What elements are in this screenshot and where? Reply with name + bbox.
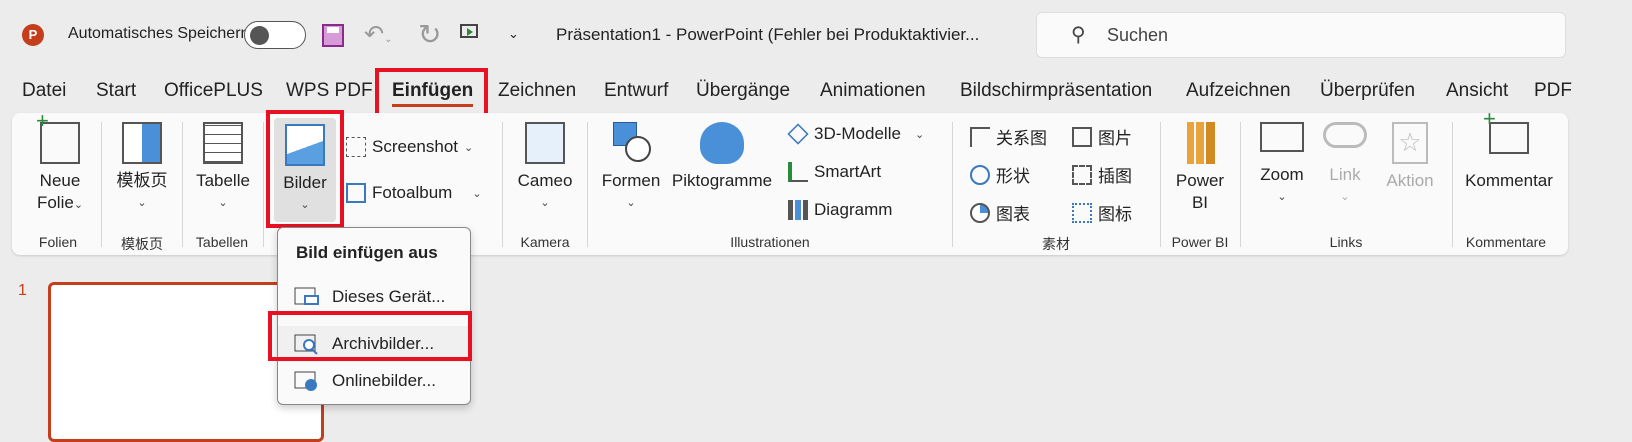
search-placeholder: Suchen [1107,25,1169,45]
zoom-icon [1260,122,1304,152]
tab-aufzeichnen[interactable]: Aufzeichnen [1186,80,1291,102]
menu-item-online-images[interactable]: Onlinebilder... [294,370,436,392]
shapes-icon [609,122,653,164]
group-label-kommentare: Kommentare [1465,234,1547,250]
3d-models-button[interactable]: 3D-Modelle ⌄ [787,123,924,145]
tab-ansicht[interactable]: Ansicht [1446,80,1508,102]
link-button[interactable]: Link ⌄ [1320,122,1370,208]
redo-icon[interactable]: ↻ [418,18,441,51]
template-button[interactable]: 模板页 ⌄ [112,122,172,214]
icon-material-button[interactable]: 图标 [1072,200,1132,225]
photo-album-button[interactable]: Fotoalbum ⌄ [346,183,482,203]
tab-zeichnen[interactable]: Zeichnen [498,80,576,102]
shapes-button[interactable]: Formen ⌄ [600,122,662,214]
group-label-illustrationen: Illustrationen [730,234,810,250]
template-icon [122,122,162,164]
tab-animationen[interactable]: Animationen [820,80,926,102]
action-button[interactable]: ☆ Aktion [1380,122,1440,192]
tab-datei[interactable]: Datei [22,80,66,102]
powerpoint-logo-icon: P [22,24,44,46]
group-label-power-bi: Power BI [1171,234,1229,250]
power-bi-button[interactable]: Power BI [1172,122,1228,214]
icons-button[interactable]: Piktogramme [670,122,774,192]
smartart-icon [788,162,808,182]
menu-header: Bild einfügen aus [296,243,438,262]
group-label-sucai: 素材 [1042,236,1070,252]
tab-wps-pdf[interactable]: WPS PDF [286,80,373,102]
group-label-kamera: Kamera [520,234,570,250]
search-icon: ⚲ [1071,24,1086,46]
highlight-stock-images [268,311,472,361]
comment-icon: + [1483,108,1529,154]
tab-uebergaenge[interactable]: Übergänge [696,80,790,102]
tab-entwurf[interactable]: Entwurf [604,80,668,102]
image-material-button[interactable]: 图片 [1072,124,1132,149]
new-slide-button[interactable]: + Neue Folie⌄ [30,110,90,216]
group-label-template: 模板页 [121,236,163,252]
slide-number: 1 [18,282,27,299]
group-label-links: Links [1329,234,1363,250]
relationship-diagram-button[interactable]: 关系图 [970,124,1047,149]
illustration-material-button[interactable]: 插图 [1072,162,1132,187]
action-star-icon: ☆ [1392,122,1428,164]
tab-officeplus[interactable]: OfficePLUS [164,80,263,102]
illustration-icon [1072,164,1092,185]
comment-button[interactable]: + Kommentar [1462,108,1556,192]
autosave-label: Automatisches Speichern [68,25,250,42]
undo-icon[interactable]: ↶⌄ [364,20,393,49]
photo-album-icon [346,183,366,203]
tab-ueberpruefen[interactable]: Überprüfen [1320,80,1415,102]
relationship-icon [970,126,990,147]
customize-toolbar-icon[interactable]: ⌄ [508,26,519,42]
menu-item-this-device[interactable]: Dieses Gerät... [294,286,445,308]
save-icon[interactable] [322,24,344,47]
smartart-button[interactable]: SmartArt [788,162,881,182]
autosave-toggle[interactable] [244,21,306,49]
tab-start[interactable]: Start [96,80,136,102]
chart-button[interactable]: Diagramm [788,200,892,220]
screenshot-button[interactable]: Screenshot ⌄ [346,137,473,157]
shape-material-button[interactable]: 形状 [970,162,1030,187]
cameo-button[interactable]: Cameo ⌄ [514,122,576,214]
screenshot-icon [346,137,366,157]
new-slide-icon: + [36,110,80,164]
pictogram-icon [700,122,744,164]
cube-icon [787,123,809,145]
tab-pdf[interactable]: PDF [1534,80,1572,102]
online-images-icon [294,371,317,391]
link-icon [1323,122,1367,148]
search-box[interactable]: ⚲ Suchen [1036,12,1566,58]
shape-icon [970,164,990,185]
highlight-pictures [266,110,344,228]
table-icon [203,122,243,164]
chart-material-button[interactable]: 图表 [970,200,1030,225]
power-bi-icon [1185,122,1215,164]
pie-chart-icon [970,202,990,223]
icons-icon [1072,202,1092,223]
table-button[interactable]: Tabelle ⌄ [193,122,253,214]
image-icon [1072,126,1092,147]
present-from-start-icon[interactable] [460,24,478,38]
group-label-tabellen: Tabellen [195,234,249,250]
this-device-icon [294,287,319,305]
zoom-button[interactable]: Zoom ⌄ [1254,122,1310,208]
document-title: Präsentation1 - PowerPoint (Fehler bei P… [556,25,980,44]
chart-icon [788,200,808,220]
group-label-folien: Folien [38,234,78,250]
cameo-icon [525,122,565,164]
tab-bildschirmpraesentation[interactable]: Bildschirmpräsentation [960,80,1152,102]
